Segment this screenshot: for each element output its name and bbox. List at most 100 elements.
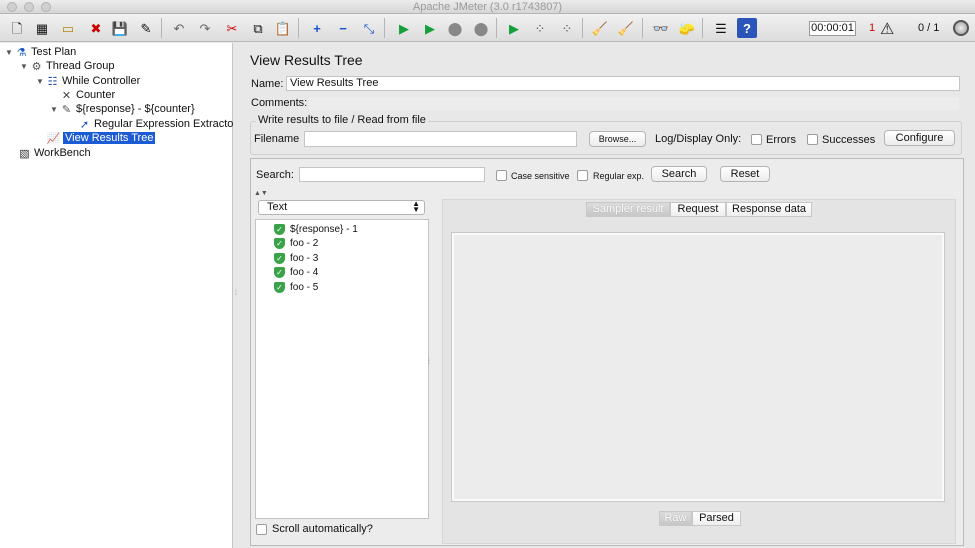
reset-button[interactable]: Reset <box>720 166 770 182</box>
search-button[interactable]: Search <box>651 166 707 182</box>
file-section-title: Write results to file / Read from file <box>256 114 428 126</box>
tab-sampler-result[interactable]: Sampler result <box>586 202 670 217</box>
save-icon[interactable]: 💾 <box>110 18 130 38</box>
case-sensitive-label: Case sensitive <box>511 171 570 181</box>
paste-icon[interactable]: 📋 <box>273 18 293 38</box>
reset-search-icon[interactable]: 🧽 <box>677 18 697 38</box>
warning-icon[interactable]: ⚠ <box>880 19 894 39</box>
tree-item-thread-group[interactable]: ▼ ⚙ Thread Group <box>20 59 114 73</box>
page-title: View Results Tree <box>250 52 363 68</box>
list-item[interactable]: ✓ foo - 2 <box>274 237 318 250</box>
tree-item-view-results-tree[interactable]: 📈 View Results Tree <box>46 131 156 145</box>
undo-icon[interactable]: ↶ <box>169 18 189 38</box>
parsed-button[interactable]: Parsed <box>692 511 741 526</box>
collapse-all-icon[interactable]: − <box>333 18 353 38</box>
select-arrows-icon: ▲ ▼ <box>412 199 420 214</box>
grip-icon: ⁞ <box>235 290 237 297</box>
test-plan-icon: ⚗ <box>16 46 27 59</box>
cut-icon[interactable]: ✂ <box>222 18 242 38</box>
view-results-tree-panel: View Results Tree Name: View Results Tre… <box>242 43 975 548</box>
start-no-pauses-icon[interactable]: ▶ <box>420 18 440 38</box>
window-title: Apache JMeter (3.0 r1743807) <box>412 1 563 13</box>
templates-icon[interactable]: ▦ <box>32 18 52 38</box>
toolbar-separator <box>496 18 497 38</box>
close-plan-icon[interactable]: ✖ <box>86 18 106 38</box>
success-shield-icon: ✓ <box>274 282 285 293</box>
test-plan-tree: ▼ ⚗ Test Plan ▼ ⚙ Thread Group ▼ ☷ While… <box>0 43 237 548</box>
redo-icon[interactable]: ↷ <box>195 18 215 38</box>
shutdown-icon[interactable]: ⬤ <box>471 18 491 38</box>
stop-icon[interactable]: ⬤ <box>445 18 465 38</box>
success-shield-icon: ✓ <box>274 253 285 264</box>
active-threads: 0 / 1 <box>918 22 940 34</box>
copy-icon[interactable]: ⧉ <box>248 18 268 38</box>
expand-all-icon[interactable]: + <box>307 18 327 38</box>
extractor-icon: ➚ <box>79 118 90 131</box>
error-count: 1 <box>869 22 876 34</box>
toolbar-separator <box>642 18 643 38</box>
remote-engines-icon <box>953 20 969 36</box>
success-shield-icon: ✓ <box>274 238 285 249</box>
tree-item-regex-extractor[interactable]: ➚ Regular Expression Extractor <box>78 117 237 131</box>
renderer-select-value: Text <box>267 201 288 213</box>
help-icon[interactable]: ? <box>737 18 757 38</box>
expand-triangle-icon[interactable]: ▼ <box>36 77 46 86</box>
open-icon[interactable]: ▭ <box>58 18 78 38</box>
configure-button[interactable]: Configure <box>884 130 955 146</box>
tree-item-while-controller[interactable]: ▼ ☷ While Controller <box>36 74 140 88</box>
browse-button[interactable]: Browse... <box>589 131 646 147</box>
save-as-icon[interactable]: ✎ <box>136 18 156 38</box>
split-arrows-icon[interactable]: ▲▼ <box>254 190 268 197</box>
gear-icon: ⚙ <box>31 60 42 73</box>
controller-icon: ☷ <box>47 75 58 88</box>
name-field[interactable]: View Results Tree <box>286 76 960 91</box>
start-icon[interactable]: ▶ <box>394 18 414 38</box>
toolbar-separator <box>702 18 703 38</box>
expand-triangle-icon[interactable]: ▼ <box>20 62 30 71</box>
remote-stop-icon[interactable]: ⁘ <box>530 18 550 38</box>
renderer-select[interactable]: Text ▲ ▼ <box>258 200 425 215</box>
grip-icon[interactable]: ⁞ <box>428 359 430 366</box>
new-icon[interactable]: 🗋 <box>7 18 27 38</box>
sample-results-list: ✓ ${response} - 1 ✓ foo - 2 ✓ foo - 3 ✓ foo … <box>255 219 429 519</box>
search-icon[interactable]: 👓 <box>651 18 671 38</box>
toolbar-separator <box>161 18 162 38</box>
list-item[interactable]: ✓ ${response} - 1 <box>274 223 358 236</box>
scroll-automatically-option[interactable]: Scroll automatically? <box>256 523 373 535</box>
case-sensitive-checkbox[interactable] <box>496 170 507 181</box>
remote-start-icon[interactable]: ▶ <box>504 18 524 38</box>
filename-input[interactable] <box>304 131 577 147</box>
main-toolbar: 🗋 ▦ ▭ ✖ 💾 ✎ ↶ ↷ ✂ ⧉ 📋 + − ⤡ ▶ ▶ ⬤ ⬤ ▶ ⁘ … <box>0 14 975 42</box>
tab-request[interactable]: Request <box>670 202 726 217</box>
expand-triangle-icon[interactable]: ▼ <box>5 48 15 57</box>
comments-field[interactable] <box>308 96 960 111</box>
tree-splitter[interactable]: ⁞ <box>233 43 240 548</box>
tree-item-workbench[interactable]: ▧ WorkBench <box>18 146 90 160</box>
expand-triangle-icon[interactable]: ▼ <box>50 105 60 114</box>
tree-item-sampler[interactable]: ▼ ✎ ${response} - ${counter} <box>50 102 195 116</box>
search-input[interactable] <box>299 167 485 182</box>
tree-item-test-plan[interactable]: ▼ ⚗ Test Plan <box>5 45 76 59</box>
tree-item-counter[interactable]: ✕ Counter <box>60 88 115 102</box>
log-display-label: Log/Display Only: <box>655 133 742 145</box>
tab-response-data[interactable]: Response data <box>726 202 812 217</box>
toolbar-separator <box>582 18 583 38</box>
errors-checkbox[interactable] <box>751 134 762 145</box>
regular-exp-checkbox[interactable] <box>577 170 588 181</box>
clear-all-icon[interactable]: 🧹 <box>616 18 636 38</box>
list-item[interactable]: ✓ foo - 3 <box>274 252 318 265</box>
toggle-icon[interactable]: ⤡ <box>359 18 379 38</box>
toolbar-separator <box>384 18 385 38</box>
name-label: Name: <box>251 78 284 90</box>
raw-button[interactable]: Raw <box>659 511 692 526</box>
list-item[interactable]: ✓ foo - 5 <box>274 281 318 294</box>
scroll-automatically-checkbox[interactable] <box>256 523 267 535</box>
clear-icon[interactable]: 🧹 <box>590 18 610 38</box>
function-helper-icon[interactable]: ☰ <box>711 18 731 38</box>
success-shield-icon: ✓ <box>274 267 285 278</box>
success-shield-icon: ✓ <box>274 224 285 235</box>
successes-checkbox[interactable] <box>807 134 818 145</box>
remote-shutdown-icon[interactable]: ⁘ <box>557 18 577 38</box>
listener-icon: 📈 <box>46 132 61 145</box>
list-item[interactable]: ✓ foo - 4 <box>274 266 318 279</box>
